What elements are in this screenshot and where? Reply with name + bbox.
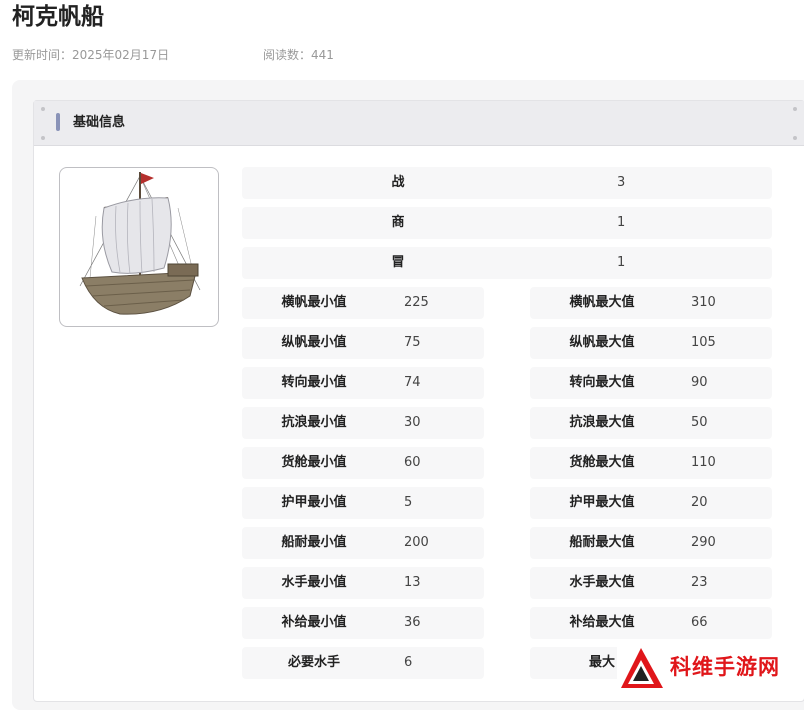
max-stat-row: 护甲最大值 20 [530,487,772,519]
max-stat-value: 50 [691,415,708,430]
corner-dot [41,107,45,111]
stat-label: 商 [391,215,405,230]
stat-row: 商 1 [242,207,772,239]
read-count: 阅读数：441 [263,48,334,62]
max-stat-label: 转向最大值 [569,375,635,390]
card-header: 基础信息 [34,101,804,146]
corner-dot [41,136,45,140]
min-stat-value: 225 [404,295,429,310]
min-stat-row: 抗浪最小值 30 [242,407,484,439]
max-stat-label: 横帆最大值 [569,295,635,310]
corner-dot [793,107,797,111]
watermark-logo-icon [621,648,663,688]
max-stat-label: 船耐最大值 [569,535,635,550]
min-stat-row: 横帆最小值 225 [242,287,484,319]
corner-dot [793,136,797,140]
min-stat-value: 75 [404,335,421,350]
max-stat-label: 货舱最大值 [569,455,635,470]
min-stat-label: 必要水手 [287,655,340,670]
watermark: 科维手游网 [617,644,804,692]
max-stat-label: 护甲最大值 [569,495,635,510]
min-stat-label: 抗浪最小值 [281,415,347,430]
watermark-text: 科维手游网 [670,655,780,679]
stat-row: 战 3 [242,167,772,199]
max-stat-value: 66 [691,615,708,630]
min-stat-label: 转向最小值 [281,375,347,390]
min-stat-label: 货舱最小值 [281,455,347,470]
min-stat-value: 5 [404,495,413,510]
max-stat-label: 补给最大值 [569,615,635,630]
ship-image [59,167,219,327]
min-stat-row: 护甲最小值 5 [242,487,484,519]
max-stat-row: 横帆最大值 310 [530,287,772,319]
section-accent-bar [56,113,60,131]
max-stat-row: 纵帆最大值 105 [530,327,772,359]
min-stat-row: 转向最小值 74 [242,367,484,399]
max-stat-value: 23 [691,575,708,590]
max-stat-row: 货舱最大值 110 [530,447,772,479]
max-stat-row: 补给最大值 66 [530,607,772,639]
max-stat-row: 转向最大值 90 [530,367,772,399]
max-stat-label: 抗浪最大值 [569,415,635,430]
stat-row: 冒 1 [242,247,772,279]
max-stat-value: 310 [691,295,716,310]
page-title: 柯克帆船 [12,4,104,30]
max-stat-row: 船耐最大值 290 [530,527,772,559]
stat-value: 1 [617,215,626,230]
min-stat-row: 水手最小值 13 [242,567,484,599]
min-stat-row: 货舱最小值 60 [242,447,484,479]
stat-label: 冒 [391,255,405,270]
max-stat-value: 105 [691,335,716,350]
min-stat-row: 补给最小值 36 [242,607,484,639]
max-stat-row: 水手最大值 23 [530,567,772,599]
max-stat-value: 110 [691,455,716,470]
stat-value: 3 [617,175,626,190]
max-stat-row: 抗浪最大值 50 [530,407,772,439]
min-stat-value: 36 [404,615,421,630]
section-title: 基础信息 [73,115,126,130]
min-stat-row: 纵帆最小值 75 [242,327,484,359]
min-stat-value: 200 [404,535,429,550]
min-stat-label: 船耐最小值 [281,535,347,550]
max-stat-label: 水手最大值 [569,575,635,590]
max-stat-label: 纵帆最大值 [569,335,635,350]
max-stat-value: 90 [691,375,708,390]
min-stat-label: 水手最小值 [281,575,347,590]
stat-label: 战 [391,175,405,190]
min-stat-label: 护甲最小值 [281,495,347,510]
min-stat-row: 船耐最小值 200 [242,527,484,559]
update-time: 更新时间：2025年02月17日 [12,48,170,62]
ship-illustration-icon [79,172,201,315]
min-stat-value: 13 [404,575,421,590]
min-stat-value: 30 [404,415,421,430]
min-stat-label: 横帆最小值 [281,295,347,310]
min-stat-row: 必要水手 6 [242,647,484,679]
min-stat-label: 补给最小值 [281,615,347,630]
min-stat-value: 74 [404,375,421,390]
stat-value: 1 [617,255,626,270]
min-stat-value: 60 [404,455,421,470]
max-stat-value: 20 [691,495,708,510]
min-stat-label: 纵帆最小值 [281,335,347,350]
min-stat-value: 6 [404,655,413,670]
max-stat-value: 290 [691,535,716,550]
